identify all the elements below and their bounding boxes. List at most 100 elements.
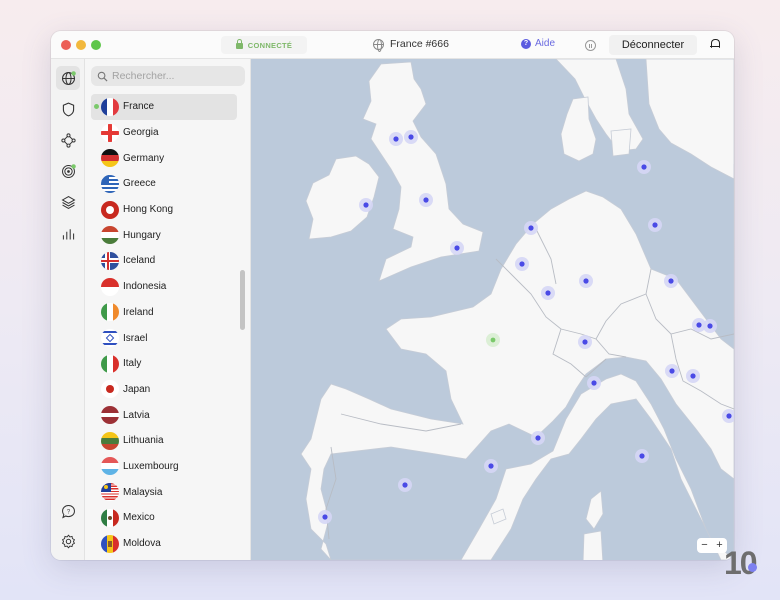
country-item-germany[interactable]: Germany (91, 145, 237, 171)
country-name: Luxembourg (123, 460, 179, 472)
rail-help-button[interactable]: ? (56, 499, 80, 523)
server-marker[interactable] (703, 319, 717, 333)
flag-icon (101, 329, 119, 348)
rail-countries-button[interactable] (56, 66, 80, 90)
country-name: Israel (123, 332, 148, 344)
minimize-window-button[interactable] (76, 40, 86, 50)
search-icon (97, 71, 108, 82)
server-marker[interactable] (419, 193, 433, 207)
zoom-out-button[interactable]: − (701, 540, 707, 551)
server-marker[interactable] (648, 218, 662, 232)
rail-stats-button[interactable] (56, 221, 80, 245)
server-marker[interactable] (541, 286, 555, 300)
flag-icon (101, 380, 119, 399)
country-item-japan[interactable]: Japan (91, 377, 237, 403)
country-item-lithuania[interactable]: Lithuania (91, 428, 237, 454)
disconnect-button[interactable]: Déconnecter (609, 35, 697, 55)
server-marker[interactable] (450, 241, 464, 255)
sardinia-land (582, 530, 604, 560)
country-name: Germany (123, 152, 165, 164)
server-marker[interactable] (515, 257, 529, 271)
rail-dark-web-monitor-button[interactable] (56, 159, 80, 183)
notification-bell-icon[interactable] (710, 39, 720, 49)
country-name: Latvia (123, 409, 150, 421)
server-marker[interactable] (637, 160, 651, 174)
server-map[interactable]: − + (251, 59, 734, 560)
rail-settings-button[interactable] (56, 529, 80, 553)
country-sidebar: France Georgia Germany Greece Hong Kong Hunga… (85, 59, 251, 560)
lock-icon (235, 39, 243, 49)
country-name: France (123, 101, 155, 113)
server-marker[interactable] (587, 376, 601, 390)
radar-icon (61, 163, 76, 178)
maximize-window-button[interactable] (91, 40, 101, 50)
country-item-france[interactable]: France (91, 94, 237, 120)
great-britain-land (362, 61, 484, 282)
search-input[interactable] (112, 70, 242, 82)
server-marker[interactable] (398, 478, 412, 492)
server-marker[interactable] (531, 431, 545, 445)
flag-icon (101, 483, 119, 502)
server-marker[interactable] (359, 198, 373, 212)
country-item-israel[interactable]: Israel (91, 325, 237, 351)
server-marker[interactable] (665, 364, 679, 378)
connection-status-badge: CONNECTÉ (221, 36, 307, 54)
country-item-ireland[interactable]: Ireland (91, 300, 237, 326)
server-marker[interactable] (389, 132, 403, 146)
server-marker[interactable] (664, 274, 678, 288)
country-name: Greece (123, 178, 156, 190)
help-button[interactable]: ? Aide (521, 38, 555, 49)
close-window-button[interactable] (61, 40, 71, 50)
country-item-mexico[interactable]: Mexico (91, 505, 237, 531)
country-item-malaysia[interactable]: Malaysia (91, 479, 237, 505)
country-list: France Georgia Germany Greece Hong Kong Hunga… (91, 94, 237, 556)
server-marker[interactable] (579, 274, 593, 288)
country-item-georgia[interactable]: Georgia (91, 120, 237, 146)
country-name: Georgia (123, 127, 159, 139)
country-item-hong-kong[interactable]: Hong Kong (91, 197, 237, 223)
flag-icon (101, 123, 119, 142)
zoom-in-button[interactable]: + (716, 540, 722, 551)
flag-icon (101, 149, 119, 168)
server-marker[interactable] (635, 449, 649, 463)
flag-icon (101, 97, 119, 116)
country-item-luxembourg[interactable]: Luxembourg (91, 454, 237, 480)
flag-icon (101, 200, 119, 219)
flag-icon (101, 226, 119, 245)
rail-threat-protection-button[interactable] (56, 97, 80, 121)
country-name: Iceland (123, 255, 156, 267)
rail-split-tunneling-button[interactable] (56, 190, 80, 214)
europe-map (300, 59, 734, 560)
flag-icon (101, 277, 119, 296)
list-scrollbar[interactable] (240, 270, 245, 330)
country-item-hungary[interactable]: Hungary (91, 222, 237, 248)
country-item-italy[interactable]: Italy (91, 351, 237, 377)
current-server: France #666 (373, 38, 449, 52)
server-marker[interactable] (318, 510, 332, 524)
server-marker[interactable] (686, 369, 700, 383)
country-name: Japan (123, 383, 151, 395)
server-marker[interactable] (484, 459, 498, 473)
flag-icon (101, 534, 119, 553)
country-name: Italy (123, 358, 142, 370)
server-marker[interactable] (524, 221, 538, 235)
title-bar: CONNECTÉ France #666 ? Aide Déconnecter (51, 31, 734, 59)
server-marker[interactable] (404, 130, 418, 144)
country-name: Mexico (123, 512, 155, 524)
pause-icon[interactable] (585, 40, 596, 51)
country-name: Hungary (123, 229, 161, 241)
flag-icon (101, 251, 119, 270)
flag-icon (101, 508, 119, 527)
connected-server-marker[interactable] (486, 333, 500, 347)
country-item-moldova[interactable]: Moldova (91, 531, 237, 557)
flag-icon (101, 303, 119, 322)
country-item-indonesia[interactable]: Indonesia (91, 274, 237, 300)
country-item-iceland[interactable]: Iceland (91, 248, 237, 274)
connected-indicator (94, 104, 99, 109)
country-item-latvia[interactable]: Latvia (91, 402, 237, 428)
country-item-greece[interactable]: Greece (91, 171, 237, 197)
rail-meshnet-button[interactable] (56, 128, 80, 152)
search-box[interactable] (91, 66, 245, 86)
connection-status-text: CONNECTÉ (247, 40, 293, 50)
server-marker[interactable] (578, 335, 592, 349)
